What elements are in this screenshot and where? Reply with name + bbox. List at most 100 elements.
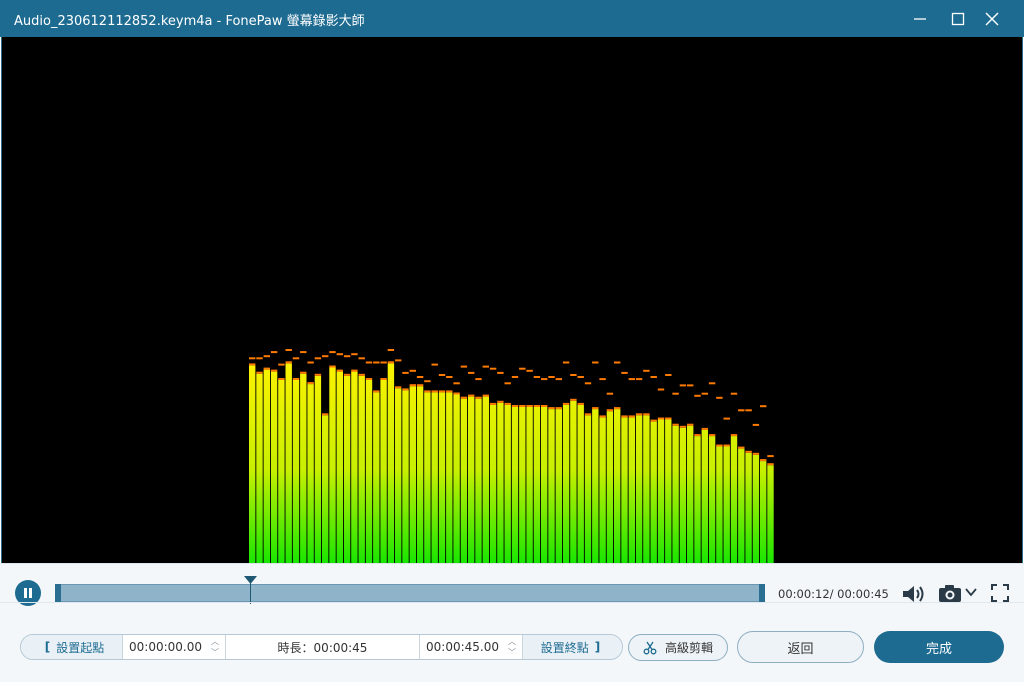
spectrum-bar-cap (314, 373, 322, 376)
back-button[interactable]: 返回 (737, 631, 864, 663)
spectrum-peak (716, 396, 723, 399)
spectrum-bar-cap (738, 446, 745, 449)
spectrum-peak (438, 374, 446, 376)
spectrum-bar (489, 404, 497, 563)
spectrum-peak (628, 378, 635, 381)
stepper-up-icon[interactable]: ︿ (508, 637, 516, 646)
spectrum-bar-cap (745, 450, 752, 453)
spectrum-bar-cap (336, 369, 343, 372)
snapshot-menu-button[interactable] (964, 586, 978, 598)
spectrum-peak (519, 367, 526, 370)
spectrum-bar (723, 446, 730, 563)
spectrum-bar (504, 404, 511, 563)
spectrum-peak (548, 376, 555, 378)
start-time-field[interactable]: 00:00:00.00 ︿ ﹀ (122, 635, 225, 659)
pause-icon (24, 588, 32, 598)
start-time-stepper[interactable]: ︿ ﹀ (209, 637, 221, 657)
end-time-value: 00:00:45.00 (426, 640, 499, 654)
spectrum-bar (438, 392, 446, 563)
minimize-button[interactable] (902, 5, 938, 32)
spectrum-bar (475, 398, 482, 563)
end-time-field[interactable]: 00:00:45.00 ︿ ﹀ (419, 635, 522, 659)
advanced-trim-button[interactable]: 高級剪輯 (628, 634, 728, 661)
spectrum-bar (380, 380, 387, 563)
maximize-button[interactable] (940, 5, 976, 32)
spectrum-bar (562, 404, 570, 563)
spectrum-peak (533, 376, 541, 378)
spectrum-bar (730, 436, 738, 563)
time-display: 00:00:12/ 00:00:45 (778, 587, 889, 601)
trim-end-handle[interactable] (759, 584, 765, 602)
spectrum-bar-cap (460, 396, 468, 399)
trim-start-handle[interactable] (55, 584, 61, 602)
spectrum-bar-cap (270, 369, 278, 372)
title-bar: Audio_230612112852.keym4a - FonePaw 螢幕錄影… (0, 0, 1024, 37)
spectrum-peak (541, 378, 548, 381)
playhead[interactable] (243, 576, 257, 604)
spectrum-bar (708, 436, 716, 563)
window-title: Audio_230612112852.keym4a - FonePaw 螢幕錄影… (14, 14, 365, 29)
bracket-right-icon: ] (594, 640, 601, 654)
spectrum-peak (752, 423, 760, 426)
spectrum-bar-cap (584, 413, 592, 416)
spectrum-bar (358, 375, 365, 563)
spectrum-bar-cap (424, 390, 431, 393)
spectrum-peak (314, 357, 322, 360)
spectrum-peak (263, 355, 270, 358)
spectrum-bar-cap (708, 434, 716, 437)
spectrum-bar-cap (555, 407, 562, 410)
spectrum-peak (708, 382, 716, 385)
timeline[interactable] (55, 576, 765, 604)
spectrum-bar (468, 396, 475, 563)
spectrum-bar-cap (614, 407, 621, 410)
done-button[interactable]: 完成 (874, 631, 1004, 663)
fullscreen-button[interactable] (990, 583, 1010, 603)
back-label: 返回 (787, 641, 814, 657)
spectrum-bar-cap (541, 405, 548, 407)
set-start-button[interactable]: [ 設置起點 (21, 635, 122, 659)
spectrum-bar (628, 417, 635, 563)
spectrum-peak (745, 409, 752, 412)
spectrum-bar-cap (562, 402, 570, 405)
audio-visualizer (1, 37, 1023, 563)
minimize-icon (914, 17, 926, 20)
spectrum-bar-cap (416, 384, 424, 387)
spectrum-peak (380, 361, 387, 364)
spectrum-peak (343, 355, 351, 358)
spectrum-bar (635, 415, 643, 563)
spectrum-bar (292, 380, 300, 563)
spectrum-bar (767, 465, 774, 563)
spectrum-bar-cap (672, 423, 679, 426)
duration-label: 時長：00:00:45 (277, 640, 368, 655)
spectrum-bar (541, 407, 548, 563)
spectrum-bar (665, 419, 672, 563)
snapshot-button[interactable] (938, 583, 964, 603)
spectrum-bar (738, 448, 745, 563)
spectrum-bar (336, 371, 343, 563)
spectrum-bar-cap (511, 405, 519, 407)
end-time-stepper[interactable]: ︿ ﹀ (506, 637, 518, 657)
spectrum-bar (343, 375, 351, 563)
spectrum-bar-cap (760, 459, 767, 462)
spectrum-bar-cap (643, 413, 650, 416)
spectrum-bar-cap (387, 361, 395, 364)
spectrum-bar-cap (475, 396, 482, 399)
spectrum-peak (416, 376, 424, 378)
stepper-up-icon[interactable]: ︿ (211, 637, 219, 646)
trim-bar: [ 設置起點 00:00:00.00 ︿ ﹀ 時長：00:00:45 00:00… (20, 634, 623, 660)
stepper-down-icon[interactable]: ﹀ (508, 648, 516, 657)
divider (0, 602, 1024, 603)
spectrum-bar (745, 452, 752, 563)
spectrum-peak (307, 361, 314, 364)
stepper-down-icon[interactable]: ﹀ (211, 648, 219, 657)
spectrum-bar-cap (307, 382, 314, 385)
close-button[interactable] (974, 5, 1010, 32)
spectrum-bar (387, 363, 395, 563)
spectrum-bar-cap (431, 390, 438, 393)
timeline-track[interactable] (57, 584, 763, 602)
spectrum-bar (687, 425, 694, 563)
set-end-button[interactable]: 設置終點 ] (522, 635, 622, 659)
spectrum-bar (409, 386, 416, 563)
spectrum-bar (679, 427, 687, 563)
spectrum-bar-cap (570, 398, 577, 401)
